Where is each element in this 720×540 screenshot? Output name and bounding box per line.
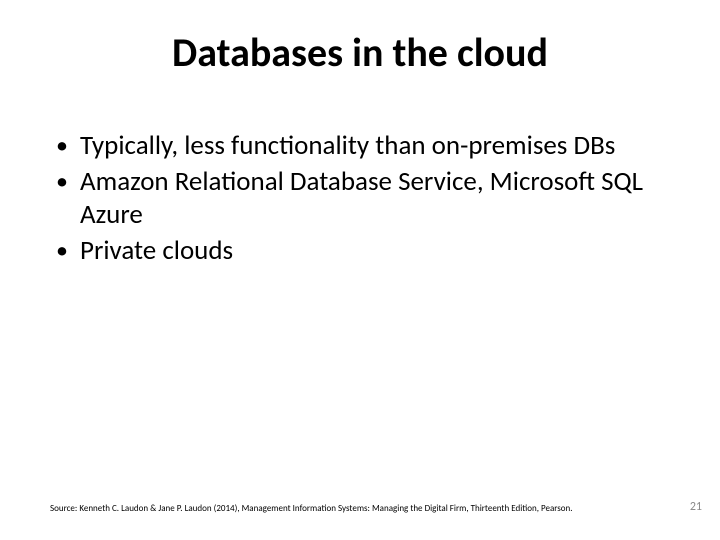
list-item: Typically, less functionality than on-pr… [50,130,670,162]
source-citation: Source: Kenneth C. Laudon & Jane P. Laud… [50,503,650,514]
slide-title: Databases in the cloud [0,28,720,77]
page-number: 21 [690,500,702,514]
list-item: Amazon Relational Database Service, Micr… [50,166,670,231]
slide-body: Typically, less functionality than on-pr… [50,130,670,272]
slide: Databases in the cloud Typically, less f… [0,0,720,540]
bullet-list: Typically, less functionality than on-pr… [50,130,670,268]
list-item: Private clouds [50,235,670,267]
